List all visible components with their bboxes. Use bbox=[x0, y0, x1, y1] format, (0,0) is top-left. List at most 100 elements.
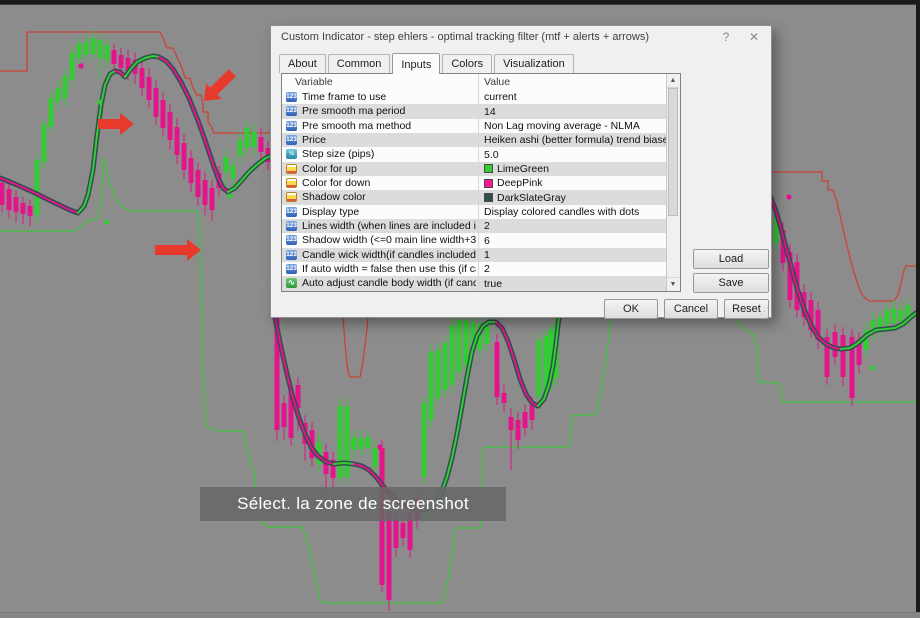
signal-dot bbox=[377, 444, 383, 450]
candle-body bbox=[55, 88, 61, 102]
candle-body bbox=[237, 140, 243, 156]
tab-colors[interactable]: Colors bbox=[442, 54, 493, 73]
param-value[interactable]: current bbox=[484, 90, 517, 104]
resize-grip-icon[interactable]: ⋰ bbox=[760, 306, 769, 317]
load-button[interactable]: Load bbox=[693, 249, 769, 269]
candle-body bbox=[48, 98, 54, 127]
red-arrow-icon bbox=[204, 69, 236, 101]
param-row[interactable]: ½ Step size (pips) 5.0 bbox=[282, 147, 667, 162]
scrollbar-thumb[interactable] bbox=[668, 88, 678, 216]
candle-body bbox=[167, 112, 173, 140]
param-name: Price bbox=[302, 134, 326, 147]
candle-body bbox=[435, 350, 441, 398]
candle-body bbox=[20, 203, 26, 214]
param-name: Color for down bbox=[302, 177, 371, 190]
candle-body bbox=[188, 158, 194, 183]
tab-common[interactable]: Common bbox=[327, 54, 391, 73]
signal-dot bbox=[227, 193, 233, 199]
tab-about[interactable]: About bbox=[279, 54, 326, 73]
param-name: Time frame to use bbox=[302, 91, 387, 103]
param-row[interactable]: 123 If auto width = false then use this (… bbox=[282, 262, 667, 277]
param-value[interactable]: Heiken ashi (better formula) trend biase… bbox=[484, 133, 667, 147]
color-param-icon bbox=[286, 192, 297, 203]
color-swatch bbox=[484, 193, 493, 203]
numeric-param-icon: 123 bbox=[286, 221, 297, 232]
param-value[interactable]: Display colored candles with dots bbox=[484, 205, 639, 219]
param-row[interactable]: 123 Pre smooth ma period 14 bbox=[282, 104, 667, 119]
param-row[interactable]: ∿ Auto adjust candle body width (if candl… bbox=[282, 276, 667, 291]
screenshot-tooltip: Sélect. la zone de screenshot bbox=[200, 487, 506, 521]
candle-body bbox=[104, 45, 110, 60]
candle-body bbox=[456, 320, 462, 372]
candle-body bbox=[840, 335, 846, 377]
candle-body bbox=[244, 128, 250, 148]
close-icon[interactable]: ✕ bbox=[745, 30, 763, 44]
param-row[interactable]: 123 Display type Display colored candles w… bbox=[282, 204, 667, 220]
param-value[interactable]: true bbox=[484, 276, 502, 290]
numeric-param-icon: 123 bbox=[286, 120, 297, 131]
red-arrow-icon bbox=[98, 113, 134, 135]
candle-body bbox=[449, 325, 455, 385]
param-row[interactable]: Shadow color DarkSlateGray bbox=[282, 190, 667, 205]
candle-body bbox=[463, 320, 469, 365]
candle-body bbox=[41, 124, 47, 162]
param-row[interactable]: 123 Price Heiken ashi (better formula) tre… bbox=[282, 133, 667, 148]
param-value[interactable]: DeepPink bbox=[484, 176, 543, 190]
param-value[interactable]: LimeGreen bbox=[484, 162, 549, 176]
tab-visualization[interactable]: Visualization bbox=[494, 54, 574, 73]
param-value[interactable]: 6 bbox=[484, 233, 490, 247]
ok-button[interactable]: OK bbox=[604, 299, 658, 319]
candle-body bbox=[281, 403, 287, 427]
param-value[interactable]: 1 bbox=[484, 248, 490, 262]
param-row[interactable]: 123 Lines width (when lines are included … bbox=[282, 219, 667, 234]
table-header: Variable Value bbox=[282, 74, 680, 91]
screenshot-tooltip-text: Sélect. la zone de screenshot bbox=[237, 494, 469, 513]
candle-body bbox=[118, 55, 124, 68]
param-name: Pre smooth ma period bbox=[302, 105, 406, 118]
param-row[interactable]: 123 Pre smooth ma method Non Lag moving av… bbox=[282, 118, 667, 134]
candle-body bbox=[13, 197, 19, 212]
params-table: Variable Value 123 Time frame to use curre… bbox=[281, 73, 681, 292]
dialog-titlebar[interactable]: Custom Indicator - step ehlers - optimal… bbox=[271, 26, 771, 48]
window-top-edge bbox=[0, 0, 920, 5]
scroll-up-icon[interactable]: ▲ bbox=[667, 74, 679, 88]
candle-body bbox=[344, 406, 350, 477]
table-scrollbar[interactable]: ▲ ▼ bbox=[666, 74, 680, 291]
param-row[interactable]: Color for up LimeGreen bbox=[282, 161, 667, 177]
candle-body bbox=[515, 420, 521, 440]
save-button[interactable]: Save bbox=[693, 273, 769, 293]
signal-dot bbox=[350, 440, 356, 446]
param-row[interactable]: 123 Time frame to use current bbox=[282, 90, 667, 105]
candle-body bbox=[501, 393, 507, 403]
candle-body bbox=[146, 77, 152, 100]
param-value[interactable]: 2 bbox=[484, 262, 490, 276]
numeric-param-icon: 123 bbox=[286, 135, 297, 146]
numeric-param-icon: 123 bbox=[286, 92, 297, 102]
param-value[interactable]: 5.0 bbox=[484, 147, 499, 161]
param-row[interactable]: 123 Shadow width (<=0 main line width+3) 6 bbox=[282, 233, 667, 248]
param-value[interactable]: DarkSlateGray bbox=[484, 190, 566, 204]
cancel-button[interactable]: Cancel bbox=[664, 299, 718, 319]
param-value[interactable]: 2 bbox=[484, 219, 490, 233]
param-value[interactable]: Non Lag moving average - NLMA bbox=[484, 119, 640, 133]
candle-body bbox=[62, 76, 68, 98]
help-button[interactable]: ? bbox=[717, 30, 735, 44]
filter-segment bbox=[333, 462, 355, 465]
window-right-edge bbox=[916, 0, 920, 612]
candle-body bbox=[494, 342, 500, 397]
signal-dot bbox=[78, 63, 84, 69]
candle-body bbox=[230, 165, 236, 178]
column-divider bbox=[478, 74, 479, 291]
candle-body bbox=[27, 206, 33, 216]
candle-body bbox=[522, 412, 528, 428]
scroll-down-icon[interactable]: ▼ bbox=[667, 277, 679, 291]
bool-param-icon: ∿ bbox=[286, 278, 297, 289]
param-value[interactable]: 14 bbox=[484, 104, 496, 118]
dialog-title: Custom Indicator - step ehlers - optimal… bbox=[281, 31, 650, 43]
candle-body bbox=[160, 100, 166, 128]
param-row[interactable]: 123 Candle wick width(if candles included… bbox=[282, 247, 667, 263]
tab-inputs[interactable]: Inputs bbox=[392, 53, 441, 74]
param-row[interactable]: Color for down DeepPink bbox=[282, 176, 667, 191]
candle-body bbox=[251, 132, 257, 147]
numeric-param-icon: 123 bbox=[286, 249, 297, 260]
